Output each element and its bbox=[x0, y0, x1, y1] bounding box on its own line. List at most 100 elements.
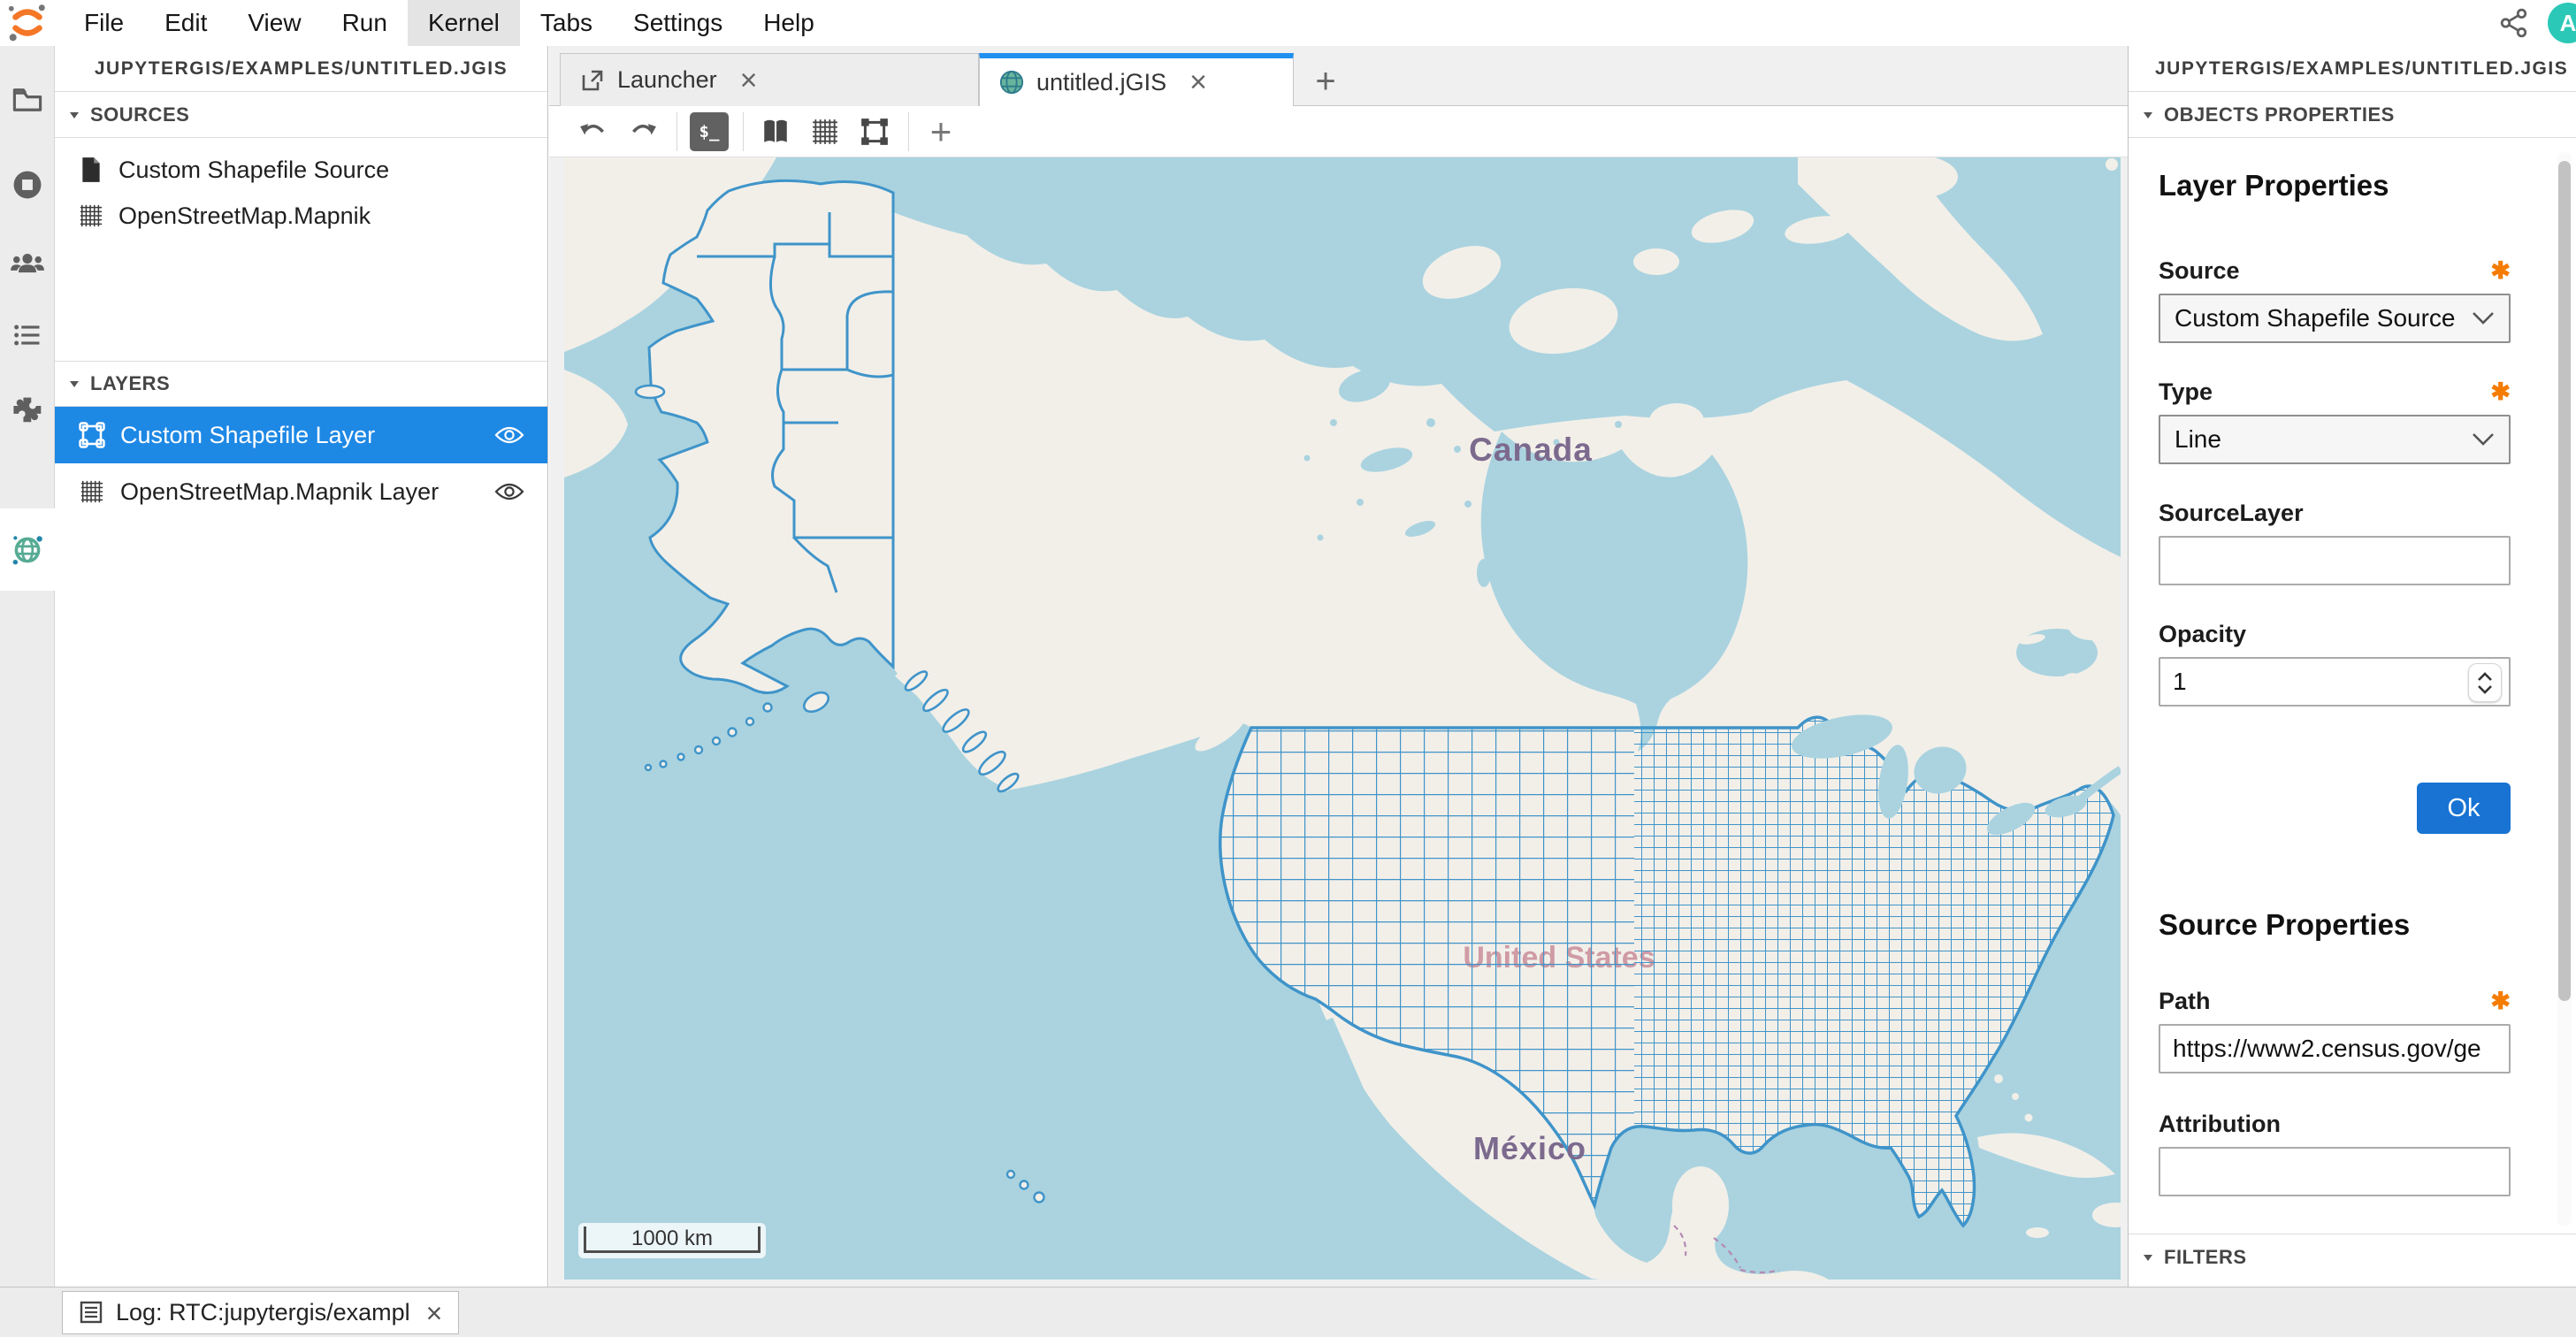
jupytergis-tab[interactable] bbox=[0, 522, 55, 577]
vector-square-icon bbox=[76, 419, 108, 451]
terminal-icon: $_ bbox=[690, 112, 729, 151]
extension-manager-tab[interactable] bbox=[0, 382, 55, 437]
caret-down-icon bbox=[2141, 108, 2155, 122]
running-sessions-tab[interactable] bbox=[0, 157, 55, 212]
sources-section-header[interactable]: SOURCES bbox=[55, 92, 547, 138]
source-item-openstreetmap[interactable]: OpenStreetMap.Mapnik bbox=[55, 193, 547, 239]
book-map-icon bbox=[761, 118, 791, 146]
list-icon bbox=[11, 319, 43, 351]
activity-bar bbox=[0, 46, 55, 1287]
table-of-contents-tab[interactable] bbox=[0, 308, 55, 363]
close-icon[interactable]: × bbox=[1189, 67, 1207, 97]
attribution-field-label: Attribution bbox=[2159, 1111, 2511, 1138]
caret-down-icon bbox=[2141, 1250, 2155, 1264]
folder-icon bbox=[11, 84, 43, 116]
layers-list: Custom Shapefile Layer bbox=[55, 407, 547, 520]
close-icon[interactable]: × bbox=[740, 65, 758, 96]
add-layer-button[interactable]: + bbox=[920, 111, 962, 153]
chevron-down-icon bbox=[2477, 684, 2493, 694]
attribution-input[interactable] bbox=[2159, 1147, 2511, 1196]
new-vector-layer-button[interactable] bbox=[853, 111, 896, 153]
new-tab-button[interactable]: + bbox=[1303, 58, 1349, 104]
redo-button[interactable] bbox=[622, 111, 664, 153]
menu-item-run[interactable]: Run bbox=[322, 0, 408, 46]
layer-item-openstreetmap[interactable]: OpenStreetMap.Mapnik Layer bbox=[55, 463, 547, 520]
required-asterisk: ✱ bbox=[2490, 989, 2511, 1013]
source-select[interactable]: Custom Shapefile Source bbox=[2159, 294, 2511, 343]
source-field-label: Source ✱ bbox=[2159, 257, 2511, 285]
collaboration-tab[interactable] bbox=[0, 235, 55, 290]
tab-untitled-jgis[interactable]: untitled.jGIS × bbox=[979, 53, 1294, 106]
filters-section-label: FILTERS bbox=[2164, 1246, 2247, 1269]
menu-item-kernel[interactable]: Kernel bbox=[408, 0, 520, 46]
layers-section-label: LAYERS bbox=[90, 372, 170, 395]
layer-visibility-button[interactable] bbox=[494, 424, 524, 446]
required-asterisk: ✱ bbox=[2490, 259, 2511, 283]
console-button[interactable]: $_ bbox=[688, 111, 730, 153]
log-console-tab[interactable]: Log: RTC:jupytergis/exampl × bbox=[62, 1291, 459, 1334]
jupyterlab-app: File Edit View Run Kernel Tabs Settings … bbox=[0, 0, 2576, 1337]
log-tab-label: Log: RTC:jupytergis/exampl bbox=[116, 1299, 410, 1326]
menu-item-file[interactable]: File bbox=[64, 0, 144, 46]
share-button[interactable] bbox=[2495, 4, 2534, 42]
sourcelayer-field-label: SourceLayer bbox=[2159, 500, 2511, 527]
main-dock-panel: Launcher × untitled.jGIS × + bbox=[549, 46, 2128, 1287]
layer-item-label: Custom Shapefile Layer bbox=[120, 422, 375, 449]
tab-launcher[interactable]: Launcher × bbox=[560, 53, 979, 106]
menu-item-edit[interactable]: Edit bbox=[144, 0, 227, 46]
objects-properties-header[interactable]: OBJECTS PROPERTIES bbox=[2129, 92, 2576, 138]
eye-icon bbox=[494, 424, 524, 446]
jgis-toolbar: $_ bbox=[549, 106, 2128, 157]
raster-grid-icon bbox=[76, 476, 108, 508]
opacity-input[interactable] bbox=[2159, 657, 2511, 707]
basemap-button[interactable] bbox=[754, 111, 797, 153]
status-bar: Log: RTC:jupytergis/exampl × bbox=[0, 1287, 2576, 1337]
map-canvas[interactable]: United States bbox=[564, 157, 2121, 1280]
sourcelayer-input[interactable] bbox=[2159, 536, 2511, 585]
user-avatar[interactable]: A bbox=[2548, 3, 2576, 43]
close-icon[interactable]: × bbox=[426, 1299, 443, 1327]
raster-grid-icon bbox=[811, 118, 839, 146]
map-label-canada: Canada bbox=[1469, 432, 1593, 468]
new-raster-layer-button[interactable] bbox=[804, 111, 846, 153]
menu-item-help[interactable]: Help bbox=[743, 0, 835, 46]
source-item-custom-shapefile[interactable]: Custom Shapefile Source bbox=[55, 147, 547, 193]
main-tab-bar: Launcher × untitled.jGIS × + bbox=[549, 46, 2128, 106]
menu: File Edit View Run Kernel Tabs Settings … bbox=[64, 0, 835, 46]
opacity-stepper[interactable] bbox=[2468, 663, 2502, 702]
scrollbar-thumb[interactable] bbox=[2558, 161, 2571, 1001]
menubar-right: A bbox=[2495, 0, 2576, 46]
sources-section-label: SOURCES bbox=[90, 103, 189, 126]
file-browser-tab[interactable] bbox=[0, 73, 55, 127]
puzzle-icon bbox=[11, 393, 44, 426]
ok-button[interactable]: Ok bbox=[2417, 783, 2511, 834]
menu-item-tabs[interactable]: Tabs bbox=[520, 0, 613, 46]
layer-visibility-button[interactable] bbox=[494, 481, 524, 502]
type-select[interactable]: Line bbox=[2159, 415, 2511, 464]
jupyter-logo-icon bbox=[7, 3, 48, 43]
chevron-up-icon bbox=[2477, 672, 2493, 682]
caret-down-icon bbox=[67, 108, 81, 122]
filters-section-header[interactable]: FILTERS bbox=[2129, 1234, 2576, 1280]
users-icon bbox=[10, 245, 45, 280]
filters-section: FILTERS bbox=[2129, 1234, 2576, 1280]
tab-label: untitled.jGIS bbox=[1036, 69, 1166, 96]
layer-item-custom-shapefile[interactable]: Custom Shapefile Layer bbox=[55, 407, 547, 463]
map-label-mexico: México bbox=[1473, 1130, 1586, 1166]
type-select-value: Line bbox=[2175, 425, 2221, 454]
stop-circle-icon bbox=[11, 168, 44, 202]
vector-square-icon bbox=[860, 117, 890, 147]
log-icon bbox=[79, 1300, 105, 1326]
objects-properties-label: OBJECTS PROPERTIES bbox=[2164, 103, 2395, 126]
scale-label: 1000 km bbox=[631, 1226, 713, 1251]
path-input[interactable] bbox=[2159, 1024, 2511, 1073]
undo-button[interactable] bbox=[572, 111, 615, 153]
layers-section-header[interactable]: LAYERS bbox=[55, 361, 547, 407]
right-panel-title: JUPYTERGIS/EXAMPLES/UNTITLED.JGIS bbox=[2129, 46, 2576, 92]
panel-scrollbar[interactable] bbox=[2557, 152, 2572, 1226]
menu-item-settings[interactable]: Settings bbox=[613, 0, 743, 46]
left-sidebar-panel: JUPYTERGIS/EXAMPLES/UNTITLED.JGIS SOURCE… bbox=[55, 46, 548, 1287]
eye-icon bbox=[494, 481, 524, 502]
menu-item-view[interactable]: View bbox=[227, 0, 321, 46]
source-item-label: OpenStreetMap.Mapnik bbox=[118, 202, 371, 230]
